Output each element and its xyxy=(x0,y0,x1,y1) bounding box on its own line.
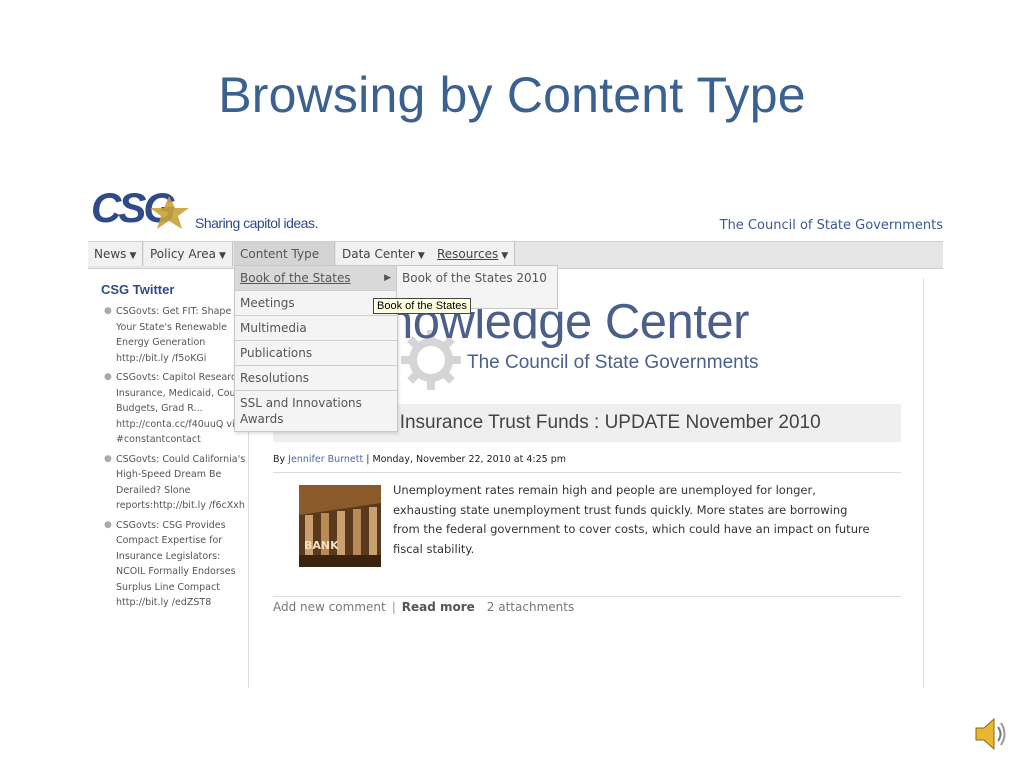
menu-item-resolutions[interactable]: Resolutions xyxy=(235,366,397,391)
twitter-sidebar: CSG Twitter ● CSGovts: Get FIT: Shape up … xyxy=(98,282,248,615)
attachments-link[interactable]: 2 attachments xyxy=(487,600,574,614)
menu-item-publications[interactable]: Publications xyxy=(235,341,397,366)
submenu-item-book-2010[interactable]: Book of the States 2010 xyxy=(397,266,557,290)
tweet-item[interactable]: ● CSGovts: Capitol Research: Insurance, M… xyxy=(98,370,248,448)
chevron-down-icon: ▼ xyxy=(218,251,226,261)
nav-data-center[interactable]: Data Center ▼ xyxy=(336,242,432,266)
nav-content-type[interactable]: Content Type xyxy=(234,242,335,266)
divider xyxy=(273,472,901,473)
menu-item-book-of-the-states[interactable]: Book of the States ▶ xyxy=(235,266,397,291)
bullet-icon: ● xyxy=(104,372,112,382)
nav-policy-area[interactable]: Policy Area ▼ xyxy=(144,242,233,266)
content-type-dropdown: Book of the States ▶ Meetings Multimedia … xyxy=(234,265,398,432)
chevron-right-icon: ▶ xyxy=(384,273,391,283)
chevron-down-icon: ▼ xyxy=(129,251,137,261)
menu-tooltip: Book of the States xyxy=(373,298,471,314)
divider xyxy=(273,596,901,597)
menu-item-multimedia[interactable]: Multimedia xyxy=(235,316,397,341)
tweet-item[interactable]: ● CSGovts: CSG Provides Compact Expertise… xyxy=(98,518,248,611)
tweet-item[interactable]: ● CSGovts: Could California's High-Speed … xyxy=(98,452,248,514)
add-comment-link[interactable]: Add new comment xyxy=(273,600,386,614)
nav-news[interactable]: News ▼ xyxy=(88,242,144,266)
slide-title: Browsing by Content Type xyxy=(218,67,806,123)
nav-resources[interactable]: Resources ▼ xyxy=(431,242,516,266)
site-org-name: The Council of State Governments xyxy=(719,218,943,233)
menu-item-ssl-awards[interactable]: SSL and Innovations Awards xyxy=(235,391,397,431)
site-tagline: Sharing capitol ideas. xyxy=(195,215,318,231)
speaker-icon[interactable] xyxy=(974,714,1008,754)
article-summary: Unemployment rates remain high and peopl… xyxy=(393,483,870,556)
bullet-icon: ● xyxy=(104,519,112,530)
knowledge-center-subtitle: The Council of State Governments xyxy=(467,352,759,373)
svg-text:BANK: BANK xyxy=(304,539,339,552)
bank-thumbnail: BANK xyxy=(299,485,381,567)
article-headline[interactable]: ent Insurance Trust Funds : UPDATE Novem… xyxy=(368,412,821,434)
author-link[interactable]: Jennifer Burnett xyxy=(288,454,363,465)
article-links: Add new comment | Read more 2 attachments xyxy=(273,600,575,614)
bullet-icon: ● xyxy=(104,306,112,316)
sidebar-heading: CSG Twitter xyxy=(101,282,175,297)
read-more-link[interactable]: Read more xyxy=(402,600,475,614)
browser-screenshot: CSG Sharing capitol ideas. The Council o… xyxy=(83,178,943,688)
bullet-icon: ● xyxy=(104,453,112,464)
chevron-down-icon: ▼ xyxy=(501,251,509,261)
article-byline: By Jennifer Burnett | Monday, November 2… xyxy=(273,454,566,465)
article-date: Monday, November 22, 2010 at 4:25 pm xyxy=(372,454,566,465)
tweet-item[interactable]: ● CSGovts: Get FIT: Shape up Your State's… xyxy=(98,304,248,366)
chevron-down-icon: ▼ xyxy=(417,251,425,261)
